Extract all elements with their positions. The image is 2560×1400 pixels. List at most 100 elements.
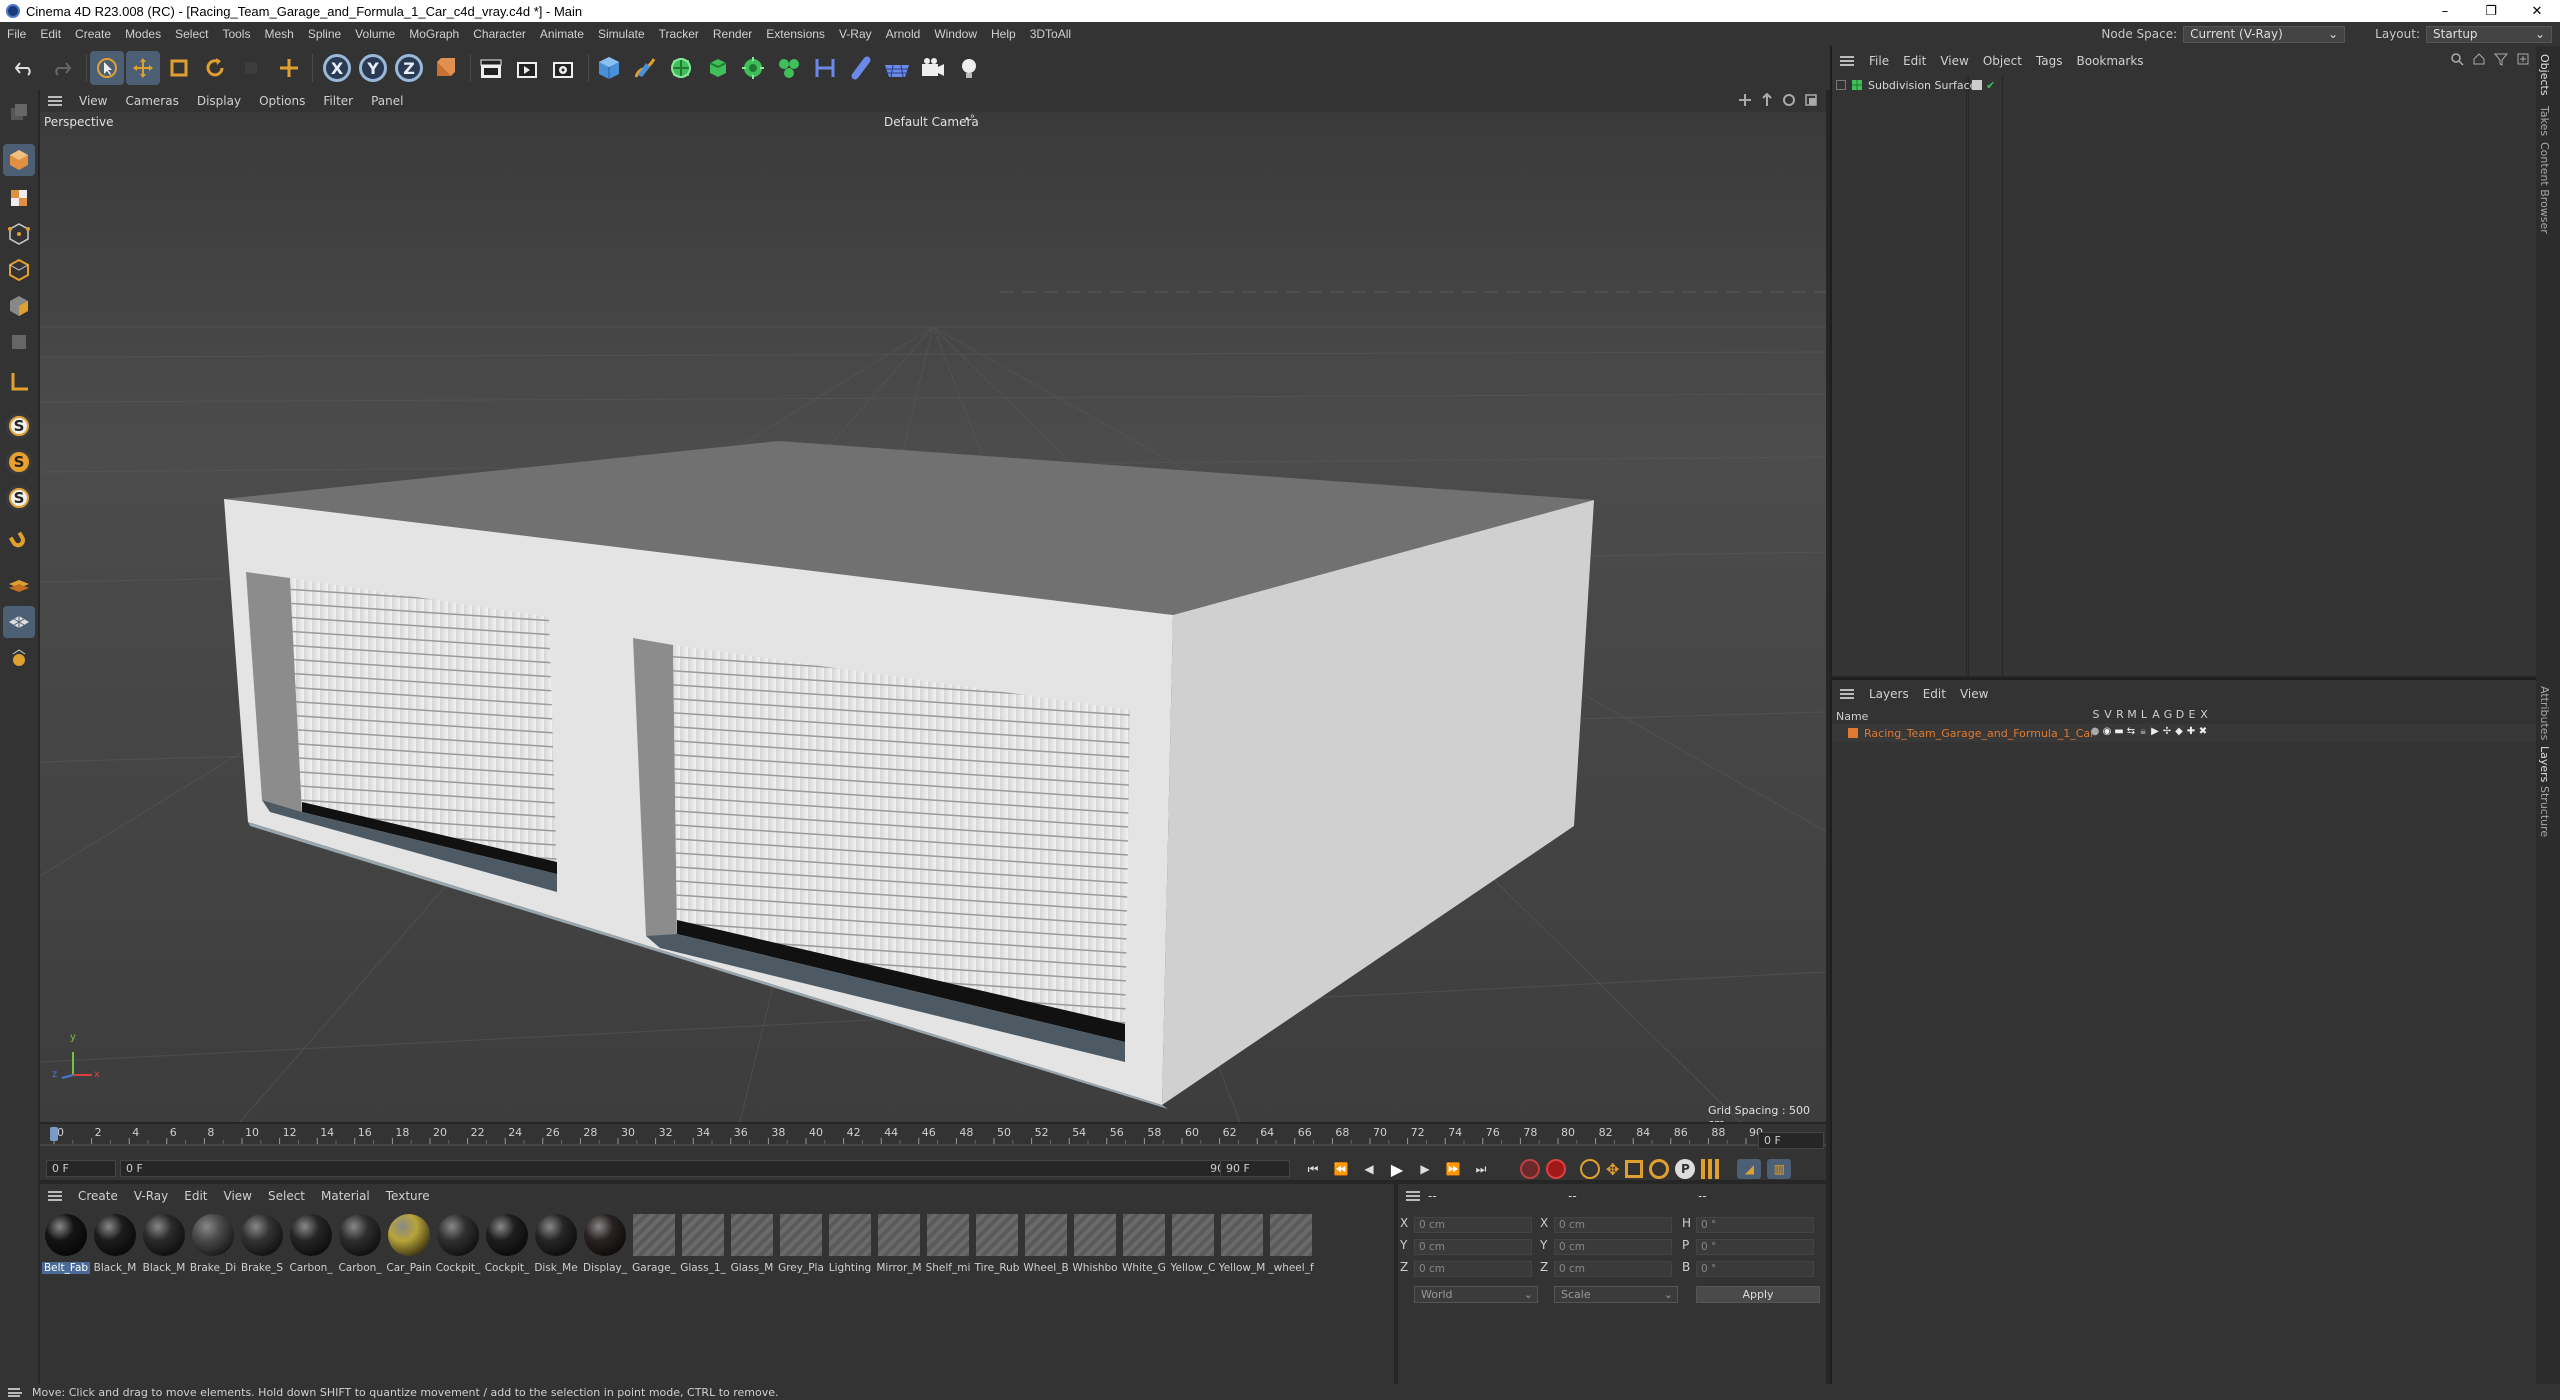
coord-value-field[interactable]: 0 ° bbox=[1696, 1217, 1814, 1233]
material-swatch[interactable]: Brake_Di bbox=[189, 1214, 237, 1284]
viewport-menu-options[interactable]: Options bbox=[250, 94, 314, 108]
menu-create[interactable]: Create bbox=[68, 27, 118, 41]
menu-edit[interactable]: Edit bbox=[33, 27, 68, 41]
coord-value-field[interactable]: 0 cm bbox=[1414, 1239, 1532, 1255]
field-button[interactable] bbox=[844, 51, 878, 85]
layer-flag-header[interactable]: G bbox=[2162, 708, 2174, 721]
playhead-marker[interactable] bbox=[50, 1127, 58, 1141]
material-swatch[interactable]: Glass_M bbox=[728, 1214, 776, 1284]
z-axis-lock-button[interactable]: Z bbox=[392, 51, 426, 85]
light-button[interactable] bbox=[952, 51, 986, 85]
coordinate-space-dropdown[interactable]: World ⌄ bbox=[1414, 1286, 1538, 1303]
viewport-hamburger-icon[interactable] bbox=[48, 96, 62, 106]
end-frame-field[interactable]: 90 F bbox=[1220, 1160, 1290, 1177]
current-frame-field[interactable]: 0 F bbox=[1758, 1132, 1824, 1149]
material-swatch[interactable]: Brake_S bbox=[238, 1214, 286, 1284]
move-tool-button[interactable] bbox=[126, 51, 160, 85]
minimize-button[interactable]: – bbox=[2422, 0, 2468, 22]
timeline-window-icon[interactable]: ◢ bbox=[1737, 1159, 1762, 1179]
material-swatch[interactable]: Tire_Rub bbox=[973, 1214, 1021, 1284]
world-coordinates-button[interactable] bbox=[428, 51, 462, 85]
layer-menu-view[interactable]: View bbox=[1953, 687, 1995, 701]
object-hamburger-icon[interactable] bbox=[1840, 56, 1854, 66]
pen-spline-button[interactable] bbox=[628, 51, 662, 85]
redo-button[interactable] bbox=[44, 51, 78, 85]
layer-row[interactable]: Racing_Team_Garage_and_Formula_1_Car ● ◉… bbox=[1832, 724, 2536, 742]
menu-window[interactable]: Window bbox=[927, 27, 984, 41]
object-menu-tags[interactable]: Tags bbox=[2029, 54, 2070, 68]
material-menu-view[interactable]: View bbox=[216, 1189, 260, 1203]
record-active-objects-icon[interactable] bbox=[1520, 1159, 1540, 1179]
go-to-start-icon[interactable]: ⏮ bbox=[1302, 1162, 1324, 1177]
layer-flag-header[interactable]: X bbox=[2198, 708, 2210, 721]
menu-extensions[interactable]: Extensions bbox=[759, 27, 832, 41]
menu-select[interactable]: Select bbox=[168, 27, 215, 41]
material-menu-create[interactable]: Create bbox=[70, 1189, 126, 1203]
material-swatch[interactable]: Cockpit_ bbox=[483, 1214, 531, 1284]
layer-flag-header[interactable]: S bbox=[2090, 708, 2102, 721]
node-space-dropdown[interactable]: Current (V-Ray) ⌄ bbox=[2183, 25, 2346, 43]
tab-content-browser[interactable]: Content Browser bbox=[2538, 142, 2551, 234]
material-menu-edit[interactable]: Edit bbox=[176, 1189, 215, 1203]
coord-value-field[interactable]: 0 cm bbox=[1554, 1239, 1672, 1255]
parameter-key-icon[interactable]: P bbox=[1675, 1159, 1696, 1179]
filter-icon[interactable] bbox=[2494, 52, 2508, 66]
menu-render[interactable]: Render bbox=[706, 27, 759, 41]
home-icon[interactable] bbox=[2472, 52, 2486, 66]
camera-button[interactable] bbox=[916, 51, 950, 85]
maximize-view-icon[interactable] bbox=[1804, 93, 1818, 107]
size-mode-dropdown[interactable]: Scale ⌄ bbox=[1554, 1286, 1678, 1303]
layer-hamburger-icon[interactable] bbox=[1840, 689, 1854, 699]
material-swatch[interactable]: Garage_ bbox=[630, 1214, 678, 1284]
live-selection-button[interactable] bbox=[90, 51, 124, 85]
dolly-view-icon[interactable] bbox=[1760, 93, 1774, 107]
menu-modes[interactable]: Modes bbox=[118, 27, 168, 41]
snap-settings-button[interactable]: S bbox=[3, 446, 35, 478]
go-to-end-icon[interactable]: ⏭ bbox=[1470, 1162, 1492, 1177]
menu-mograph[interactable]: MoGraph bbox=[402, 27, 466, 41]
material-swatch[interactable]: Grey_Pla bbox=[777, 1214, 825, 1284]
coordinate-system-button[interactable] bbox=[272, 51, 306, 85]
menu-mesh[interactable]: Mesh bbox=[257, 27, 300, 41]
menu-tracker[interactable]: Tracker bbox=[652, 27, 706, 41]
texture-mode-button[interactable] bbox=[3, 182, 35, 214]
layout-dropdown[interactable]: Startup ⌄ bbox=[2426, 25, 2552, 43]
workplane-button[interactable] bbox=[3, 570, 35, 602]
object-menu-file[interactable]: File bbox=[1862, 54, 1896, 68]
material-swatch[interactable]: Whishbo bbox=[1071, 1214, 1119, 1284]
previous-key-icon[interactable]: ⏪ bbox=[1330, 1162, 1352, 1176]
start-frame-field[interactable]: 0 F bbox=[46, 1160, 116, 1177]
object-menu-object[interactable]: Object bbox=[1976, 54, 2029, 68]
next-frame-icon[interactable]: ▶ bbox=[1414, 1162, 1436, 1176]
position-key-icon[interactable]: ✥ bbox=[1606, 1160, 1619, 1179]
object-menu-bookmarks[interactable]: Bookmarks bbox=[2070, 54, 2151, 68]
menu-spline[interactable]: Spline bbox=[301, 27, 348, 41]
point-level-animation-icon[interactable] bbox=[1701, 1159, 1722, 1179]
layer-flag-header[interactable]: L bbox=[2138, 708, 2150, 721]
undo-button[interactable] bbox=[8, 51, 42, 85]
menu-volume[interactable]: Volume bbox=[348, 27, 402, 41]
scale-key-icon[interactable] bbox=[1625, 1160, 1644, 1178]
layer-flag-header[interactable]: A bbox=[2150, 708, 2162, 721]
material-swatch[interactable]: Black_M bbox=[91, 1214, 139, 1284]
material-swatch[interactable]: Yellow_C bbox=[1169, 1214, 1217, 1284]
sculpt-button[interactable] bbox=[3, 642, 35, 674]
tab-structure[interactable]: Structure bbox=[2538, 786, 2551, 837]
menu-3dtoall[interactable]: 3DToAll bbox=[1023, 27, 1078, 41]
next-key-icon[interactable]: ⏩ bbox=[1442, 1162, 1464, 1176]
menu-tools[interactable]: Tools bbox=[215, 27, 257, 41]
new-window-icon[interactable] bbox=[2516, 52, 2530, 66]
lock-icon[interactable]: 🔒︎ bbox=[2138, 726, 2148, 737]
pan-view-icon[interactable] bbox=[1738, 93, 1752, 107]
render-settings-button[interactable] bbox=[546, 51, 580, 85]
magnet-button[interactable] bbox=[3, 526, 35, 558]
coord-value-field[interactable]: 0 ° bbox=[1696, 1239, 1814, 1255]
layer-color-swatch[interactable] bbox=[1848, 728, 1858, 738]
rotate-view-icon[interactable] bbox=[1782, 93, 1796, 107]
enabled-check-icon[interactable]: ✔ bbox=[1986, 79, 1995, 92]
menu-help[interactable]: Help bbox=[984, 27, 1023, 41]
apply-button[interactable]: Apply bbox=[1696, 1286, 1820, 1303]
x-axis-lock-button[interactable]: X bbox=[320, 51, 354, 85]
material-swatch[interactable]: Cockpit_ bbox=[434, 1214, 482, 1284]
subdivision-surface-button[interactable] bbox=[664, 51, 698, 85]
